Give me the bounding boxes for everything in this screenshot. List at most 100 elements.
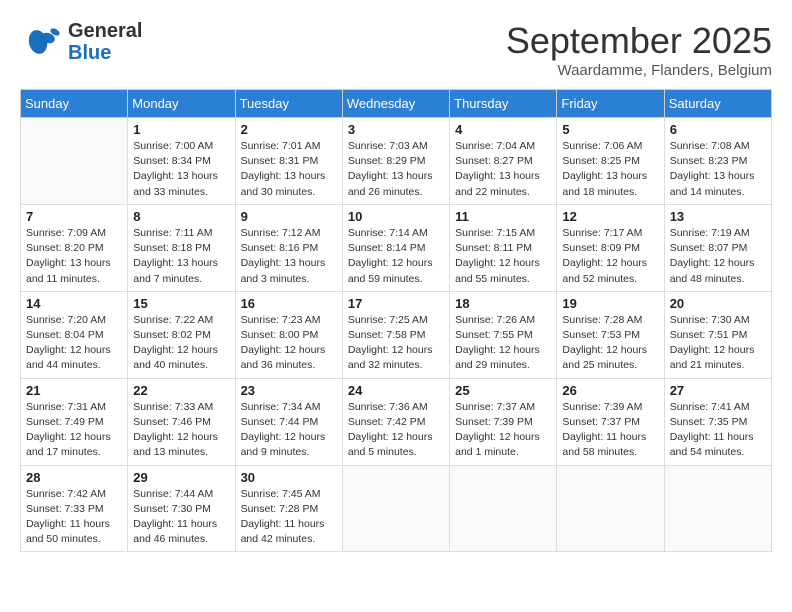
calendar-cell: 30 Sunrise: 7:45 AMSunset: 7:28 PMDayligh… [235, 465, 342, 552]
calendar-cell: 1 Sunrise: 7:00 AMSunset: 8:34 PMDaylight… [128, 118, 235, 205]
day-info: Sunrise: 7:25 AMSunset: 7:58 PMDaylight:… [348, 313, 444, 374]
calendar-cell: 27 Sunrise: 7:41 AMSunset: 7:35 PMDayligh… [664, 378, 771, 465]
day-info: Sunrise: 7:00 AMSunset: 8:34 PMDaylight:… [133, 139, 229, 200]
day-info: Sunrise: 7:19 AMSunset: 8:07 PMDaylight:… [670, 226, 766, 287]
day-number: 18 [455, 296, 551, 311]
column-header-thursday: Thursday [450, 90, 557, 118]
calendar-cell: 16Sunrise: 7:23 AMSunset: 8:00 PMDayligh… [235, 291, 342, 378]
day-number: 10 [348, 209, 444, 224]
column-header-tuesday: Tuesday [235, 90, 342, 118]
calendar-cell: 22 Sunrise: 7:33 AMSunset: 7:46 PMDayligh… [128, 378, 235, 465]
day-number: 14 [26, 296, 122, 311]
calendar-cell: 13 Sunrise: 7:19 AMSunset: 8:07 PMDayligh… [664, 204, 771, 291]
day-number: 6 [670, 122, 766, 137]
day-number: 25 [455, 383, 551, 398]
day-info: Sunrise: 7:22 AMSunset: 8:02 PMDaylight:… [133, 313, 229, 374]
logo-icon [20, 20, 64, 64]
calendar-cell: 9Sunrise: 7:12 AMSunset: 8:16 PMDaylight… [235, 204, 342, 291]
day-info: Sunrise: 7:03 AMSunset: 8:29 PMDaylight:… [348, 139, 444, 200]
day-number: 22 [133, 383, 229, 398]
day-info: Sunrise: 7:45 AMSunset: 7:28 PMDaylight:… [241, 487, 337, 548]
day-info: Sunrise: 7:17 AMSunset: 8:09 PMDaylight:… [562, 226, 658, 287]
calendar-cell: 15 Sunrise: 7:22 AMSunset: 8:02 PMDayligh… [128, 291, 235, 378]
calendar-cell: 3Sunrise: 7:03 AMSunset: 8:29 PMDaylight… [342, 118, 449, 205]
calendar-cell: 23 Sunrise: 7:34 AMSunset: 7:44 PMDayligh… [235, 378, 342, 465]
day-number: 15 [133, 296, 229, 311]
calendar-cell: 21Sunrise: 7:31 AMSunset: 7:49 PMDayligh… [21, 378, 128, 465]
calendar-table: SundayMondayTuesdayWednesdayThursdayFrid… [20, 89, 772, 552]
calendar-cell: 2Sunrise: 7:01 AMSunset: 8:31 PMDaylight… [235, 118, 342, 205]
calendar-cell: 25Sunrise: 7:37 AMSunset: 7:39 PMDayligh… [450, 378, 557, 465]
location: Waardamme, Flanders, Belgium [506, 62, 772, 79]
day-info: Sunrise: 7:28 AMSunset: 7:53 PMDaylight:… [562, 313, 658, 374]
day-number: 8 [133, 209, 229, 224]
day-info: Sunrise: 7:31 AMSunset: 7:49 PMDaylight:… [26, 400, 122, 461]
calendar-week-row: 21Sunrise: 7:31 AMSunset: 7:49 PMDayligh… [21, 378, 772, 465]
day-number: 7 [26, 209, 122, 224]
calendar-cell: 28 Sunrise: 7:42 AMSunset: 7:33 PMDayligh… [21, 465, 128, 552]
day-info: Sunrise: 7:06 AMSunset: 8:25 PMDaylight:… [562, 139, 658, 200]
day-info: Sunrise: 7:15 AMSunset: 8:11 PMDaylight:… [455, 226, 551, 287]
calendar-week-row: 14 Sunrise: 7:20 AMSunset: 8:04 PMDayligh… [21, 291, 772, 378]
day-number: 19 [562, 296, 658, 311]
day-info: Sunrise: 7:01 AMSunset: 8:31 PMDaylight:… [241, 139, 337, 200]
calendar-cell [664, 465, 771, 552]
day-info: Sunrise: 7:39 AMSunset: 7:37 PMDaylight:… [562, 400, 658, 461]
logo-text: General Blue [68, 20, 142, 64]
day-number: 29 [133, 470, 229, 485]
day-info: Sunrise: 7:34 AMSunset: 7:44 PMDaylight:… [241, 400, 337, 461]
column-header-wednesday: Wednesday [342, 90, 449, 118]
calendar-cell: 11 Sunrise: 7:15 AMSunset: 8:11 PMDayligh… [450, 204, 557, 291]
day-info: Sunrise: 7:04 AMSunset: 8:27 PMDaylight:… [455, 139, 551, 200]
day-number: 11 [455, 209, 551, 224]
month-title: September 2025 [506, 20, 772, 62]
day-number: 9 [241, 209, 337, 224]
day-info: Sunrise: 7:33 AMSunset: 7:46 PMDaylight:… [133, 400, 229, 461]
calendar-cell: 4 Sunrise: 7:04 AMSunset: 8:27 PMDaylight… [450, 118, 557, 205]
calendar-header-row: SundayMondayTuesdayWednesdayThursdayFrid… [21, 90, 772, 118]
column-header-saturday: Saturday [664, 90, 771, 118]
day-info: Sunrise: 7:20 AMSunset: 8:04 PMDaylight:… [26, 313, 122, 374]
calendar-week-row: 1 Sunrise: 7:00 AMSunset: 8:34 PMDaylight… [21, 118, 772, 205]
day-info: Sunrise: 7:23 AMSunset: 8:00 PMDaylight:… [241, 313, 337, 374]
column-header-monday: Monday [128, 90, 235, 118]
logo: General Blue [20, 20, 142, 64]
calendar-cell: 5 Sunrise: 7:06 AMSunset: 8:25 PMDaylight… [557, 118, 664, 205]
calendar-cell: 10 Sunrise: 7:14 AMSunset: 8:14 PMDayligh… [342, 204, 449, 291]
calendar-cell [342, 465, 449, 552]
day-info: Sunrise: 7:30 AMSunset: 7:51 PMDaylight:… [670, 313, 766, 374]
day-info: Sunrise: 7:09 AMSunset: 8:20 PMDaylight:… [26, 226, 122, 287]
day-number: 27 [670, 383, 766, 398]
calendar-cell: 14 Sunrise: 7:20 AMSunset: 8:04 PMDayligh… [21, 291, 128, 378]
day-number: 26 [562, 383, 658, 398]
page-header: General Blue September 2025 Waardamme, F… [20, 20, 772, 79]
calendar-cell: 17 Sunrise: 7:25 AMSunset: 7:58 PMDayligh… [342, 291, 449, 378]
day-number: 28 [26, 470, 122, 485]
calendar-cell: 20 Sunrise: 7:30 AMSunset: 7:51 PMDayligh… [664, 291, 771, 378]
day-info: Sunrise: 7:11 AMSunset: 8:18 PMDaylight:… [133, 226, 229, 287]
day-info: Sunrise: 7:08 AMSunset: 8:23 PMDaylight:… [670, 139, 766, 200]
day-number: 20 [670, 296, 766, 311]
calendar-cell: 29Sunrise: 7:44 AMSunset: 7:30 PMDayligh… [128, 465, 235, 552]
day-number: 23 [241, 383, 337, 398]
day-number: 5 [562, 122, 658, 137]
day-info: Sunrise: 7:41 AMSunset: 7:35 PMDaylight:… [670, 400, 766, 461]
day-info: Sunrise: 7:26 AMSunset: 7:55 PMDaylight:… [455, 313, 551, 374]
calendar-cell: 24Sunrise: 7:36 AMSunset: 7:42 PMDayligh… [342, 378, 449, 465]
day-number: 4 [455, 122, 551, 137]
calendar-cell: 8 Sunrise: 7:11 AMSunset: 8:18 PMDaylight… [128, 204, 235, 291]
day-number: 13 [670, 209, 766, 224]
title-section: September 2025 Waardamme, Flanders, Belg… [506, 20, 772, 79]
calendar-cell: 19 Sunrise: 7:28 AMSunset: 7:53 PMDayligh… [557, 291, 664, 378]
day-info: Sunrise: 7:42 AMSunset: 7:33 PMDaylight:… [26, 487, 122, 548]
column-header-sunday: Sunday [21, 90, 128, 118]
calendar-cell: 18 Sunrise: 7:26 AMSunset: 7:55 PMDayligh… [450, 291, 557, 378]
calendar-cell: 26 Sunrise: 7:39 AMSunset: 7:37 PMDayligh… [557, 378, 664, 465]
calendar-cell [557, 465, 664, 552]
day-number: 30 [241, 470, 337, 485]
calendar-cell [450, 465, 557, 552]
calendar-cell: 12Sunrise: 7:17 AMSunset: 8:09 PMDayligh… [557, 204, 664, 291]
day-number: 1 [133, 122, 229, 137]
day-number: 17 [348, 296, 444, 311]
day-info: Sunrise: 7:14 AMSunset: 8:14 PMDaylight:… [348, 226, 444, 287]
